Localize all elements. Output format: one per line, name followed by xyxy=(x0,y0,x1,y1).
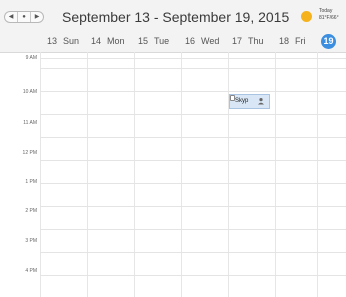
weather-day-label: Today xyxy=(319,8,333,14)
time-label-10am: 10 AM xyxy=(22,89,37,95)
sun-icon xyxy=(301,11,312,22)
hour-line xyxy=(40,275,346,276)
column-divider xyxy=(275,52,276,297)
day-name: Tue xyxy=(154,36,170,46)
previous-week-button[interactable]: ◀ xyxy=(5,12,18,22)
day-name: Wed xyxy=(201,36,220,46)
weather-temperature: 81°F/66° xyxy=(319,15,339,21)
date-range-title: September 13 - September 19, 2015 xyxy=(62,9,290,25)
day-name: Sun xyxy=(63,36,80,46)
event-title: Skyp xyxy=(235,98,249,104)
day-name: Fri xyxy=(295,36,306,46)
column-divider xyxy=(228,52,229,297)
day-header-mon[interactable]: 14 Mon xyxy=(91,30,125,52)
day-header-sun[interactable]: 13 Sun xyxy=(47,30,79,52)
half-hour-line xyxy=(40,160,346,161)
column-divider xyxy=(87,52,88,297)
today-date-badge: 19 xyxy=(321,33,336,49)
column-divider xyxy=(181,52,182,297)
day-number: 13 xyxy=(47,36,58,46)
column-divider xyxy=(134,52,135,297)
hour-line xyxy=(40,91,346,92)
half-hour-line xyxy=(40,252,346,253)
time-label-12pm: 12 PM xyxy=(22,150,37,156)
day-header-wed[interactable]: 16 Wed xyxy=(185,30,219,52)
day-header-row: 13 Sun 14 Mon 15 Tue 16 Wed 17 Thu 18 Fr… xyxy=(0,30,346,53)
column-divider xyxy=(40,52,41,297)
day-number: 14 xyxy=(91,36,102,46)
calendar-event-skype[interactable]: Skyp xyxy=(229,94,270,109)
day-number: 18 xyxy=(279,36,290,46)
next-week-button[interactable]: ▶ xyxy=(31,12,43,22)
hour-line xyxy=(40,137,346,138)
day-number: 17 xyxy=(232,36,243,46)
hour-line xyxy=(40,229,346,230)
time-label-11am: 11 AM xyxy=(23,120,37,126)
weather-summary[interactable]: Today 81°F/66° xyxy=(319,8,339,22)
day-name: Thu xyxy=(248,36,264,46)
half-hour-line xyxy=(40,114,346,115)
half-hour-line xyxy=(40,206,346,207)
time-label-9am: 9 AM xyxy=(25,55,37,61)
time-label-4pm: 4 PM xyxy=(25,268,37,274)
day-header-fri[interactable]: 18 Fri xyxy=(279,30,306,52)
half-hour-line xyxy=(40,68,346,69)
day-header-today[interactable]: 19 xyxy=(321,30,336,52)
day-header-tue[interactable]: 15 Tue xyxy=(138,30,169,52)
time-label-2pm: 2 PM xyxy=(25,208,37,214)
day-number: 15 xyxy=(138,36,149,46)
time-label-3pm: 3 PM xyxy=(25,238,37,244)
week-navigation: ◀ ● ▶ xyxy=(4,11,44,23)
attendee-icon xyxy=(258,98,264,105)
hour-line xyxy=(40,183,346,184)
week-time-grid[interactable]: 9 AM 10 AM 11 AM 12 PM 1 PM 2 PM 3 PM 4 … xyxy=(0,52,346,297)
column-divider xyxy=(317,52,318,297)
today-button[interactable]: ● xyxy=(18,12,31,22)
day-header-thu[interactable]: 17 Thu xyxy=(232,30,264,52)
hour-line xyxy=(40,58,346,59)
time-label-1pm: 1 PM xyxy=(25,179,37,185)
day-name: Mon xyxy=(107,36,125,46)
day-number: 16 xyxy=(185,36,196,46)
calendar-toolbar: ◀ ● ▶ September 13 - September 19, 2015 … xyxy=(0,0,346,30)
